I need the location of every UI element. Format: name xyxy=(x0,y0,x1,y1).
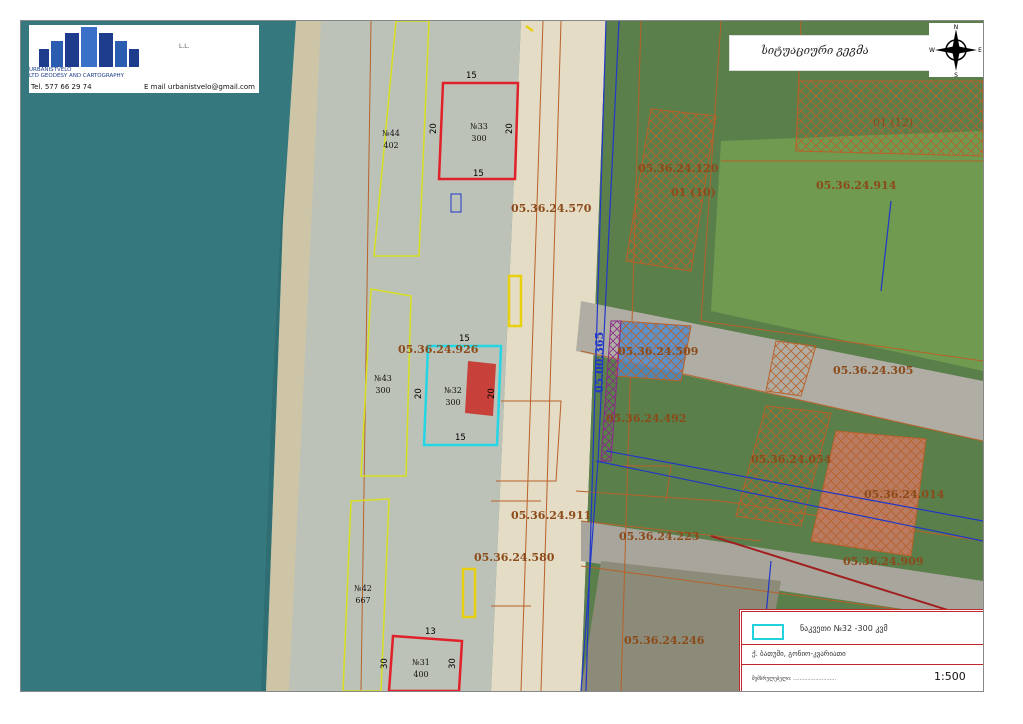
legend-scale: 1:500 xyxy=(934,670,966,683)
parcel-44-area: 402 xyxy=(383,141,398,150)
phone-label: Tel. xyxy=(31,83,43,91)
parcel-31-width-top: 13 xyxy=(425,627,436,637)
parcel-32-area: 300 xyxy=(445,398,460,407)
compass-rose-icon: N S E W xyxy=(929,23,983,79)
legend-divider xyxy=(742,644,983,645)
parcel-33-area: 300 xyxy=(471,134,486,143)
cadastral-label-509: 05.36.24.509 xyxy=(618,345,698,358)
cadastral-label-926: 05.36.24.926 xyxy=(398,343,479,356)
cadastral-label-911: 05.36.24.911 xyxy=(511,509,591,522)
parcel-33-width-bottom: 15 xyxy=(473,169,484,179)
parcel-33-number: №33 xyxy=(470,122,488,131)
map-legend: ნაკვეთი №32 -300 კვმ ქ. ბათუმი, გონიო-კვ… xyxy=(739,609,983,691)
parcel-32-height-left: 20 xyxy=(414,388,424,399)
parcel-33-width-top: 15 xyxy=(466,71,477,81)
cadastral-label-492: 05.36.24.492 xyxy=(606,412,686,425)
parcel-32-width-bottom: 15 xyxy=(455,433,466,443)
cadastral-label-914: 05.36.24.914 xyxy=(816,179,897,192)
cadastral-label-570: 05.36.24.570 xyxy=(511,202,592,215)
building-label-01-12: 01 (12) xyxy=(873,116,913,129)
parcel-42-number: №42 xyxy=(354,584,372,593)
parcel-32-number: №32 xyxy=(444,386,462,395)
parcel-31-number: №31 xyxy=(412,658,430,667)
cadastral-label-246: 05.36.24.246 xyxy=(624,634,705,647)
legend-author-text: შემსრულებელი: ..........................… xyxy=(752,676,837,682)
map-frame: №44 402 №33 300 15 15 20 20 №43 300 №32 … xyxy=(20,20,984,692)
road-label: 05.00.365 xyxy=(593,332,606,393)
company-name: URBANISTVELO LTD GEODESY AND CARTOGRAPHY xyxy=(29,67,259,79)
cadastral-label-580: 05.36.24.580 xyxy=(474,551,555,564)
parcel-32-height-right: 20 xyxy=(487,388,497,399)
parcel-42-area: 667 xyxy=(355,596,370,605)
parcel-43-number: №43 xyxy=(374,374,392,383)
phone-info: Tel. 577 66 29 74 xyxy=(31,83,92,91)
legend-parcel-swatch xyxy=(752,624,784,640)
map-canvas[interactable]: №44 402 №33 300 15 15 20 20 №43 300 №32 … xyxy=(21,21,983,691)
legend-parcel-text: ნაკვეთი №32 -300 კვმ xyxy=(800,624,888,633)
map-title: სიტუაციური გეგმა xyxy=(761,44,869,57)
parcel-33-height-right: 20 xyxy=(505,123,515,134)
cadastral-label-305: 05.36.24.305 xyxy=(833,364,913,377)
company-line2: LTD GEODESY AND CARTOGRAPHY xyxy=(29,73,125,79)
compass-s: S xyxy=(954,72,958,77)
parcel-31-height-left: 30 xyxy=(380,658,390,669)
legend-divider xyxy=(742,664,983,665)
email-info: E mail urbanistvelo@gmail.com xyxy=(144,83,255,91)
parcel-33-height-left: 20 xyxy=(429,123,439,134)
cadastral-label-014: 05.36.24.014 xyxy=(864,488,945,501)
email-value[interactable]: urbanistvelo@gmail.com xyxy=(168,83,255,91)
email-label: E mail xyxy=(144,83,166,91)
map-title-box: სიტუაციური გეგმა xyxy=(729,35,931,71)
logo-mark: L.L. xyxy=(179,43,190,50)
parcel-44-number: №44 xyxy=(382,129,400,138)
parcel-31-height-right: 30 xyxy=(448,658,458,669)
compass-e: E xyxy=(978,47,982,54)
cadastral-label-223: 05.36.24.223 xyxy=(619,530,699,543)
company-logo-box: L.L. URBANISTVELO LTD GEODESY AND CARTOG… xyxy=(29,25,259,93)
building-label-01-10: 01 (10) xyxy=(671,186,716,199)
parcel-43-area: 300 xyxy=(375,386,390,395)
compass-w: W xyxy=(929,47,935,54)
phone-value: 577 66 29 74 xyxy=(44,83,92,91)
cadastral-label-120: 05.36.24.120 xyxy=(638,162,719,175)
cadastral-label-909: 05.36.24.909 xyxy=(843,555,923,568)
parcel-31-area: 400 xyxy=(413,670,428,679)
legend-project-text: ქ. ბათუმი, გონიო-კვარიათი xyxy=(752,650,846,658)
cadastral-label-054: 05.36.24.054 xyxy=(751,453,832,466)
building-logo-icon xyxy=(39,27,139,67)
compass-n: N xyxy=(954,24,959,31)
